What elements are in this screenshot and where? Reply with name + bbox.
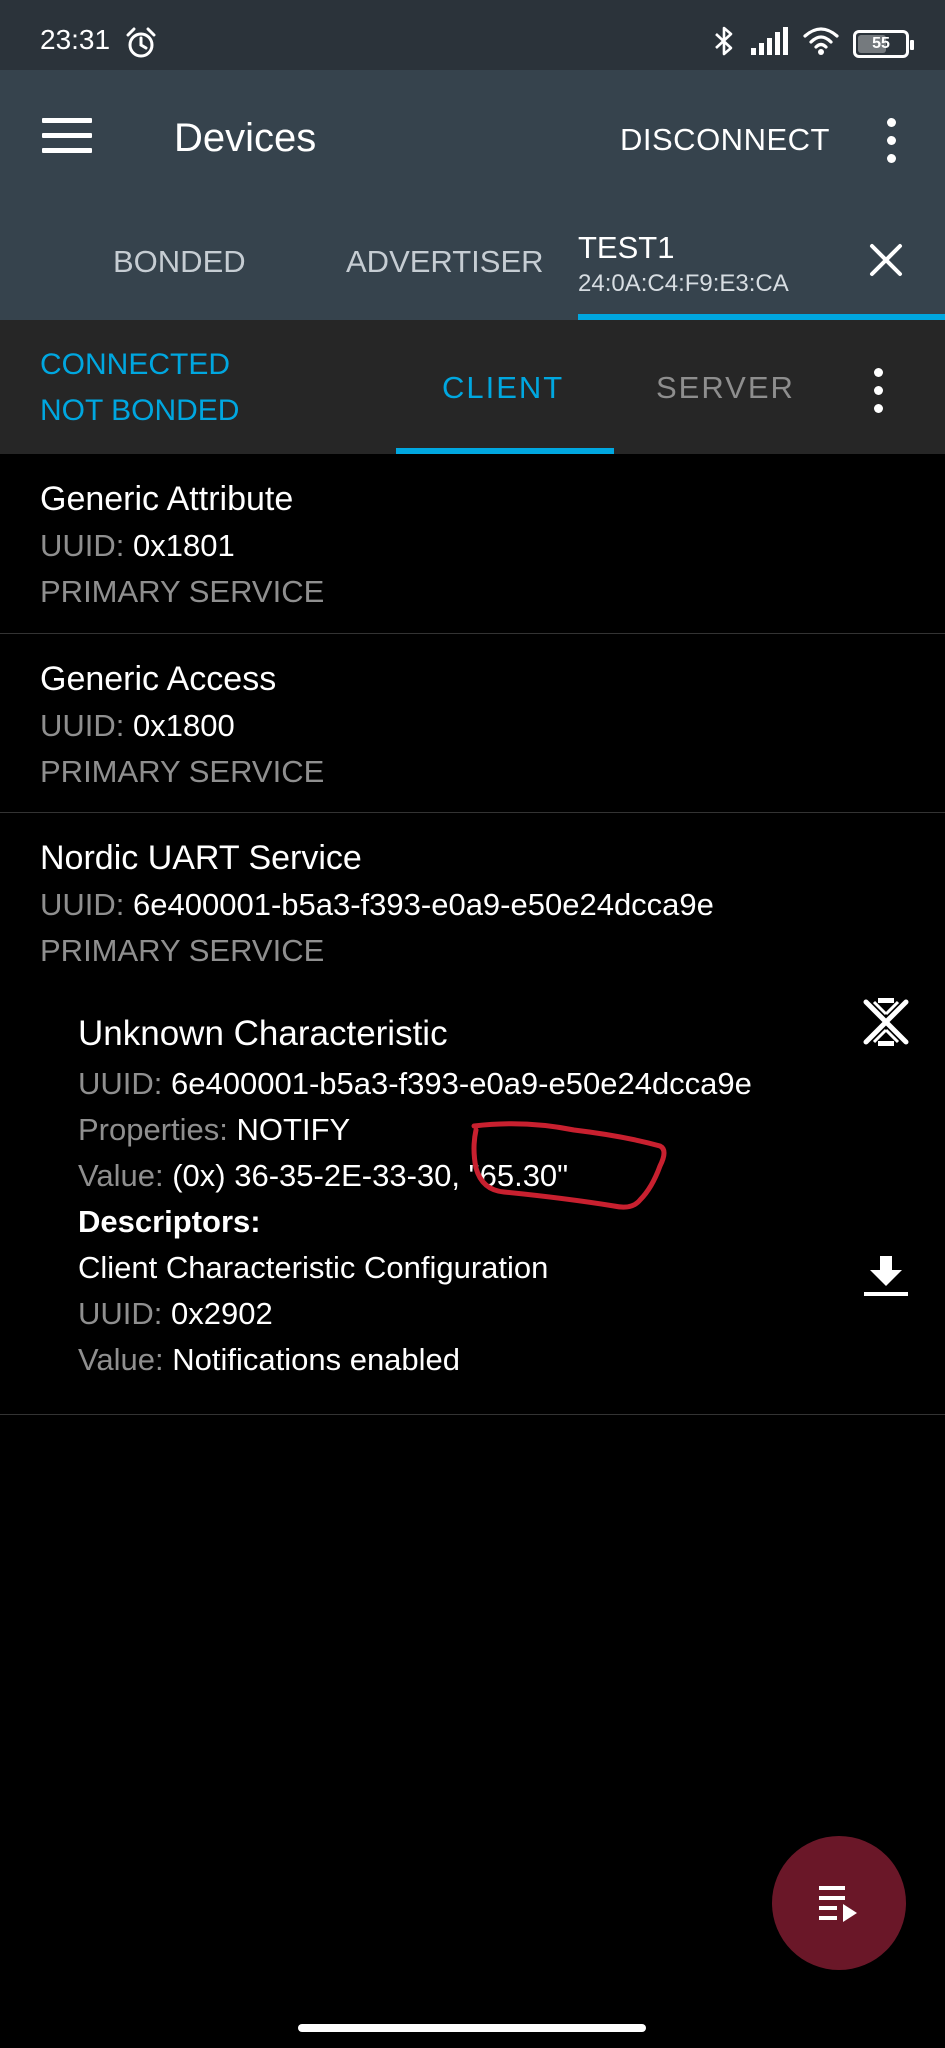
battery-icon: 55 — [853, 29, 914, 58]
descriptors-heading: Descriptors: — [78, 1204, 261, 1239]
status-icons: 55 — [713, 24, 914, 63]
service-item-generic-access[interactable]: Generic Access UUID: 0x1800 PRIMARY SERV… — [0, 634, 945, 813]
connection-status: CONNECTED — [40, 348, 231, 381]
bond-status: NOT BONDED — [40, 394, 240, 427]
more-options-button[interactable] — [884, 118, 898, 166]
service-item-generic-attribute[interactable]: Generic Attribute UUID: 0x1801 PRIMARY S… — [0, 454, 945, 634]
bluetooth-icon — [713, 24, 735, 63]
service-name: Generic Access — [40, 660, 277, 698]
descriptor-name: Client Characteristic Configuration — [78, 1250, 549, 1285]
tab-client[interactable]: CLIENT — [442, 370, 564, 406]
characteristic-uuid: UUID: 6e400001-b5a3-f393-e0a9-e50e24dcca… — [78, 1066, 752, 1101]
characteristic-properties: Properties: NOTIFY — [78, 1112, 351, 1147]
read-descriptor-button[interactable] — [862, 1254, 910, 1303]
more-vert-icon — [873, 368, 883, 377]
tab-device-name: TEST1 — [578, 230, 675, 265]
service-name: Nordic UART Service — [40, 839, 362, 877]
service-name: Generic Attribute — [40, 480, 294, 518]
descriptor-uuid: UUID: 0x2902 — [78, 1296, 273, 1331]
service-type: PRIMARY SERVICE — [40, 754, 325, 789]
tab-advertiser[interactable]: ADVERTISER — [346, 244, 544, 280]
disconnect-button[interactable]: DISCONNECT — [620, 122, 830, 158]
status-bar: 23:31 55 — [0, 0, 945, 70]
menu-button[interactable] — [42, 118, 92, 158]
highlight-annotation — [464, 1118, 674, 1235]
service-item-nordic-uart[interactable]: Nordic UART Service UUID: 6e400001-b5a3-… — [0, 813, 945, 976]
service-uuid: UUID: 0x1800 — [40, 708, 235, 743]
app-bar: Devices DISCONNECT BONDED ADVERTISER TES… — [0, 70, 945, 320]
home-indicator[interactable] — [298, 2024, 646, 2032]
tab-server[interactable]: SERVER — [656, 370, 795, 406]
descriptor-value: Value: Notifications enabled — [78, 1342, 461, 1377]
service-uuid: UUID: 6e400001-b5a3-f393-e0a9-e50e24dcca… — [40, 887, 714, 922]
signal-icon — [749, 26, 789, 61]
tab-test1[interactable]: TEST1 24:0A:C4:F9:E3:CA — [578, 230, 789, 298]
download-icon — [864, 1256, 908, 1296]
characteristic-name: Unknown Characteristic — [78, 1014, 448, 1053]
service-type: PRIMARY SERVICE — [40, 933, 325, 968]
playlist-play-icon — [819, 1886, 857, 1922]
notifications-off-icon — [863, 998, 909, 1046]
alarm-icon — [124, 26, 158, 65]
page-title: Devices — [174, 116, 317, 160]
hamburger-icon — [42, 118, 92, 123]
log-button[interactable] — [772, 1836, 906, 1970]
service-uuid: UUID: 0x1801 — [40, 528, 235, 563]
connection-options-button[interactable] — [871, 368, 885, 416]
connection-bar: CONNECTED NOT BONDED CLIENT SERVER — [0, 320, 945, 454]
status-time: 23:31 — [40, 24, 111, 55]
close-icon[interactable] — [866, 240, 906, 285]
disable-notifications-button[interactable] — [860, 996, 912, 1053]
more-vert-icon — [886, 118, 896, 127]
tab-bonded[interactable]: BONDED — [113, 244, 246, 280]
wifi-icon — [803, 26, 839, 61]
service-type: PRIMARY SERVICE — [40, 574, 325, 609]
battery-level: 55 — [872, 34, 890, 52]
tab-device-address: 24:0A:C4:F9:E3:CA — [578, 270, 789, 297]
